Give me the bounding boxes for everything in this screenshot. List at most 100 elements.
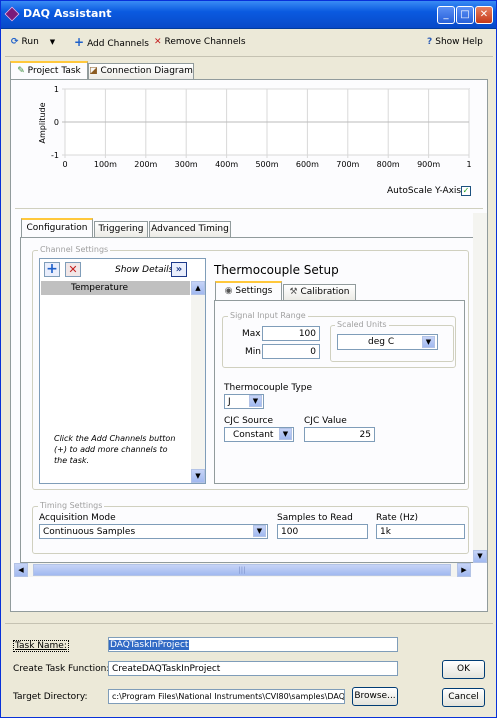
remove-icon: ✕: [154, 37, 162, 47]
add-channels-button[interactable]: + Add Channels: [74, 35, 149, 49]
plus-icon: +: [74, 35, 85, 49]
x-tick-label: 500m: [255, 160, 278, 169]
x-tick-label: 800m: [377, 160, 400, 169]
tab-settings-label: Settings: [235, 286, 273, 296]
chevron-down-icon[interactable]: ▼: [279, 428, 292, 440]
browse-button[interactable]: Browse...: [352, 687, 398, 706]
diagram-icon: ◪: [89, 66, 98, 76]
target-directory-label: Target Directory:: [13, 692, 88, 702]
minimize-button[interactable]: _: [437, 6, 455, 24]
horizontal-scrollbar[interactable]: ◀ ||| ▶: [14, 563, 471, 577]
x-tick-label: 1: [466, 160, 471, 169]
x-tick-label: 600m: [296, 160, 319, 169]
scroll-down-icon[interactable]: ▼: [473, 550, 487, 563]
window-title: DAQ Assistant: [23, 7, 112, 20]
show-details-button[interactable]: »: [171, 262, 187, 277]
calibration-icon: ⚒: [289, 287, 298, 297]
tab-configuration[interactable]: Configuration: [21, 218, 93, 237]
rate-label: Rate (Hz): [376, 513, 419, 523]
add-channel-icon[interactable]: +: [44, 262, 60, 277]
x-tick-label: 300m: [175, 160, 198, 169]
app-icon: [4, 6, 20, 22]
ok-button[interactable]: OK: [442, 660, 485, 679]
show-help-button[interactable]: ? Show Help: [427, 35, 483, 49]
x-tick-label: 400m: [215, 160, 238, 169]
samples-to-read-input[interactable]: 100: [277, 524, 368, 539]
task-name-value: DAQTaskInProject: [109, 640, 190, 650]
remove-channels-button[interactable]: ✕ Remove Channels: [154, 35, 246, 49]
acquisition-mode-select[interactable]: Continuous Samples: [39, 524, 268, 539]
rate-input[interactable]: 1k: [376, 524, 465, 539]
tab-triggering[interactable]: Triggering: [94, 221, 148, 237]
timing-settings-label: Timing Settings: [38, 501, 105, 510]
show-details-label: Show Details: [115, 265, 174, 275]
create-task-function-input[interactable]: CreateDAQTaskInProject: [108, 661, 398, 676]
tab-project-task-label: Project Task: [27, 66, 81, 76]
task-panel-scrollbar[interactable]: ▼: [473, 213, 487, 563]
x-tick-label: 0: [62, 160, 67, 169]
cjc-value-label: CJC Value: [304, 416, 347, 426]
remove-channels-label: Remove Channels: [164, 37, 246, 47]
signal-input-range-label: Signal Input Range: [228, 311, 308, 320]
daq-assistant-window: DAQ Assistant _ □ ✕ ⟳ Run ▼ + Add Channels…: [0, 0, 497, 718]
show-help-label: Show Help: [435, 37, 483, 47]
tab-calibration-label: Calibration: [300, 287, 350, 297]
scaled-units-label: Scaled Units: [335, 320, 389, 329]
create-task-function-label: Create Task Function:: [13, 664, 110, 674]
tab-advanced-timing[interactable]: Advanced Timing: [149, 221, 231, 237]
help-icon: ?: [427, 37, 433, 47]
x-tick-label: 100m: [94, 160, 117, 169]
tab-connection-diagram[interactable]: ◪ Connection Diagram: [88, 63, 194, 79]
scroll-thumb[interactable]: |||: [33, 564, 451, 576]
scroll-up-icon[interactable]: ▲: [191, 281, 205, 295]
scroll-right-icon[interactable]: ▶: [457, 563, 471, 577]
y-tick-label: 1: [54, 85, 59, 94]
bottom-divider: [5, 623, 493, 624]
x-tick-label: 700m: [336, 160, 359, 169]
title-bar[interactable]: DAQ Assistant _ □ ✕: [1, 1, 496, 29]
min-label: Min: [245, 347, 261, 357]
cjc-source-label: CJC Source: [224, 416, 273, 426]
task-icon: ✎: [17, 66, 25, 76]
scroll-down-icon[interactable]: ▼: [191, 469, 205, 483]
acquisition-mode-label: Acquisition Mode: [39, 513, 116, 523]
tab-settings[interactable]: ◉ Settings: [215, 281, 282, 300]
chevron-down-icon[interactable]: ▼: [253, 525, 266, 537]
run-label: Run: [21, 37, 39, 47]
cjc-value-input[interactable]: 25: [304, 427, 375, 442]
maximize-button[interactable]: □: [456, 6, 474, 24]
tab-project-task[interactable]: ✎ Project Task: [10, 61, 88, 79]
x-tick-label: 900m: [417, 160, 440, 169]
y-axis-label: Amplitude: [38, 102, 47, 143]
remove-channel-icon[interactable]: ✕: [65, 262, 81, 277]
run-icon: ⟳: [11, 37, 19, 47]
samples-to-read-label: Samples to Read: [277, 513, 353, 523]
thermocouple-title: Thermocouple Setup: [214, 263, 339, 277]
toolbar-divider: [5, 56, 493, 57]
add-channels-label: Add Channels: [87, 39, 149, 49]
add-channel-hint: Click the Add Channels button (+) to add…: [54, 434, 176, 465]
max-input[interactable]: 100: [262, 326, 320, 341]
scroll-left-icon[interactable]: ◀: [14, 563, 28, 577]
target-directory-input[interactable]: c:\Program Files\National Instruments\CV…: [108, 689, 345, 704]
task-name-input[interactable]: DAQTaskInProject: [108, 637, 398, 652]
channel-item-temperature[interactable]: Temperature: [41, 281, 190, 295]
close-button[interactable]: ✕: [475, 6, 493, 24]
run-button[interactable]: ⟳ Run ▼: [11, 35, 55, 49]
chevron-down-icon[interactable]: ▼: [50, 38, 55, 46]
channel-list-scrollbar[interactable]: ▲ ▼: [191, 281, 205, 483]
task-name-label: Task Name:: [13, 640, 69, 652]
chevron-down-icon[interactable]: ▼: [249, 395, 262, 407]
y-tick-label: 0: [54, 118, 59, 127]
x-tick-label: 200m: [134, 160, 157, 169]
autoscale-label: AutoScale Y-Axis: [387, 186, 462, 196]
graph-divider: [15, 208, 483, 209]
chevron-down-icon[interactable]: ▼: [422, 336, 435, 348]
min-input[interactable]: 0: [262, 344, 320, 359]
tab-connection-diagram-label: Connection Diagram: [100, 66, 193, 76]
y-tick-label: -1: [51, 151, 59, 160]
settings-icon: ◉: [224, 286, 233, 296]
cancel-button[interactable]: Cancel: [442, 688, 485, 707]
autoscale-checkbox[interactable]: ✓: [461, 186, 471, 196]
tab-calibration[interactable]: ⚒ Calibration: [283, 284, 356, 300]
